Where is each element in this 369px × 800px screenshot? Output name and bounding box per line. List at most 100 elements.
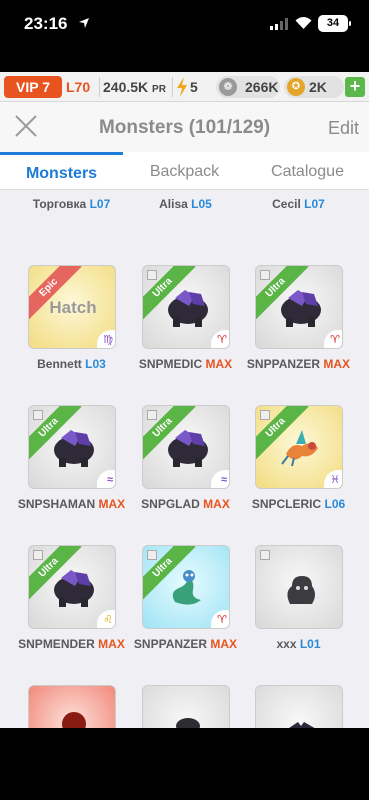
power-rating: 240.5K PR [103,79,166,95]
select-checkbox[interactable] [33,410,43,420]
status-bar: 23:16 34 [0,0,369,50]
monster-card[interactable]: Ultra ♓ SNPCLERIC L06 [227,405,347,545]
add-currency-button[interactable]: + [345,77,365,97]
divider [99,77,100,97]
monster-level: L03 [85,357,106,371]
zodiac-icon: ≈ [97,470,115,488]
card-art: Ultra ♈ [142,265,230,349]
dragon-monster-icon [281,430,318,467]
monster-level: MAX [203,497,230,511]
monster-level: L07 [304,197,325,211]
energy-count: 5 [190,79,198,95]
monster-name: SNPPANZER [246,357,321,371]
select-checkbox[interactable] [147,550,157,560]
select-checkbox[interactable] [147,270,157,280]
card-art: Ultra ♈ [142,545,230,629]
rock-monster-icon [168,290,208,327]
tab-backpack[interactable]: Backpack [123,152,246,190]
monster-name: SNPMEDIC [138,357,203,371]
paw-icon: ❁ [219,78,237,96]
dark-monster-icon [176,718,200,728]
gold-value: 2K [309,79,327,95]
rock-monster-icon [54,430,94,467]
monster-name: xxx [276,637,297,651]
player-level: L70 [66,79,91,95]
monster-name-line: SNPCLERIC L06 [227,497,369,511]
nav-bar: Monsters (101/129) Edit [0,102,369,152]
page-title: Monsters (101/129) [98,117,271,138]
blob-monster-icon [287,576,315,604]
monster-card[interactable] [227,685,347,728]
wifi-icon [295,17,312,29]
energy-bolt-icon [177,77,187,97]
monster-card[interactable]: Ultra ♈ SNPMEDIC MAX [114,265,234,405]
location-arrow-icon [79,18,89,28]
gold-coin-icon: ✪ [287,78,305,96]
monster-card[interactable]: Ultra ≈ SNPSHAMAN MAX [0,405,125,545]
monster-card[interactable]: Ultra ≈ SNPGLAD MAX [114,405,234,545]
card-art: Ultra ♈ [255,265,343,349]
monster-grid: ♌ Торговка L07 ♑ Alisa L05 ♌ Cecil L07 [0,191,369,728]
monster-card[interactable]: Ultra ♈ SNPPANZER MAX [227,265,350,405]
resource-bar: VIP 7 L70 240.5K PR 5 ❁ 266K ✪ 2K + [0,72,369,102]
card-art [255,685,343,728]
card-art: Ultra ≈ [28,405,116,489]
paw-currency[interactable]: ❁ 266K [216,76,280,98]
monster-name: SNPGLAD [141,497,200,511]
monster-level: L07 [89,197,111,211]
power-value: 240.5K [103,79,149,95]
monster-name: Alisa [159,197,188,211]
segmented-tabs: Monsters Backpack Catalogue [0,152,369,190]
card-art: Ultra ♓ [255,405,343,489]
monster-name: Торговка [32,197,87,211]
cellular-signal-icon [270,18,288,30]
monster-name-line: Cecil L07 [227,197,369,211]
monster-card[interactable] [0,685,120,728]
monster-level: L01 [299,637,321,651]
monster-card[interactable] [114,685,234,728]
monster-name: Cecil [272,197,301,211]
bottom-letterbox [0,728,369,800]
select-checkbox[interactable] [33,550,43,560]
card-art [142,685,230,728]
select-checkbox[interactable] [260,550,270,560]
zodiac-icon: ♍ [97,330,115,348]
select-checkbox[interactable] [147,410,157,420]
monster-card[interactable]: Ultra ♌ SNPMENDER MAX [0,545,125,685]
monster-name-line: xxx L01 [227,637,369,651]
rock-monster-icon [54,570,94,607]
monster-name: Bennett [37,357,82,371]
monster-card[interactable]: xxx L01 [227,545,347,685]
select-checkbox[interactable] [260,410,270,420]
paw-value: 266K [245,79,279,95]
monster-level: MAX [323,357,351,371]
app-screen: VIP 7 L70 240.5K PR 5 ❁ 266K ✪ 2K + Mons… [0,72,369,728]
monster-level: L05 [191,197,212,211]
gold-currency[interactable]: ✪ 2K [284,76,344,98]
winged-monster-icon [289,722,315,728]
card-art: Epic Hatch ♍ [28,265,116,349]
zodiac-icon: ♌ [97,610,115,628]
monster-name: SNPCLERIC [251,497,322,511]
edit-button[interactable]: Edit [328,118,359,139]
monster-card[interactable]: Ultra ♈ SNPPANZER MAX [114,545,237,685]
monster-name-line: SNPPANZER MAX [227,357,369,371]
red-orb-monster-icon [62,712,86,728]
monster-name: SNPMENDER [18,637,95,651]
clock: 23:16 [24,14,68,33]
zodiac-icon: ♈ [324,330,342,348]
power-unit: PR [152,84,166,95]
hatch-label: Hatch [49,298,97,317]
zodiac-icon: ♓ [324,470,342,488]
select-checkbox[interactable] [260,270,270,280]
battery-nub [349,21,351,26]
tab-catalogue[interactable]: Catalogue [246,152,369,190]
card-art: Ultra ♌ [28,545,116,629]
card-art: Ultra ≈ [142,405,230,489]
tab-monsters[interactable]: Monsters [0,152,123,190]
vip-badge[interactable]: VIP 7 [4,76,62,98]
monster-card[interactable]: Epic Hatch ♍ Bennett L03 [0,265,120,405]
battery-indicator: 34 [318,15,348,32]
divider [172,77,173,97]
serpent-monster-icon [172,570,201,605]
